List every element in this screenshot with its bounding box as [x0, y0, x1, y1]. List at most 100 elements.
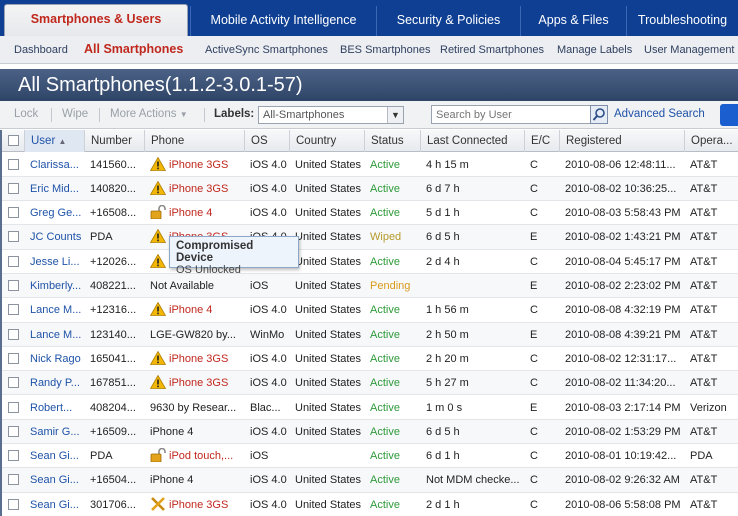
wipe-button[interactable]: Wipe [62, 108, 88, 120]
cell-user[interactable]: Sean Gi... [24, 444, 84, 468]
phone-model[interactable]: iPod touch,... [169, 450, 233, 462]
cell-last-connected: 6 d 5 h [426, 425, 460, 438]
header-registered[interactable]: Registered [559, 130, 684, 152]
table-row[interactable]: Sean Gi... +16504... iPhone 4 iOS 4.0 United… [0, 468, 738, 493]
table-row[interactable]: Eric Mid... 140820... iPhone 3GS iOS 4.0 Uni… [0, 176, 738, 202]
cell-user[interactable]: Kimberly... [24, 274, 84, 298]
phone-model[interactable]: iPhone 4 [169, 304, 212, 316]
cell-number: 301706... [90, 498, 136, 511]
select-all-checkbox[interactable] [8, 135, 19, 146]
table-row[interactable]: Lance M... 123140... LGE-GW820 by... WinMo U… [0, 322, 738, 347]
subtab-retired-smartphones[interactable]: Retired Smartphones [440, 44, 544, 56]
cell-user[interactable]: Lance M... [24, 298, 84, 322]
table-row[interactable]: Nick Rago 165041... iPhone 3GS iOS 4.0 Unite… [0, 347, 738, 372]
header-status[interactable]: Status [364, 130, 420, 152]
search-input[interactable] [431, 105, 591, 124]
tab-security-policies[interactable]: Security & Policies [376, 6, 520, 36]
phone-model[interactable]: iPhone 3GS [169, 183, 228, 195]
row-checkbox[interactable] [8, 474, 19, 486]
row-checkbox[interactable] [8, 182, 19, 194]
cell-operator: PDA [690, 450, 713, 463]
header-country[interactable]: Country [289, 130, 364, 152]
row-checkbox[interactable] [8, 280, 19, 291]
table-row[interactable]: Clarissa... 141560... iPhone 3GS iOS 4.0 Uni… [0, 153, 738, 177]
header-os[interactable]: OS [244, 130, 289, 152]
subtab-dashboard[interactable]: Dashboard [14, 44, 68, 56]
more-actions-button[interactable]: More Actions ▼ [110, 108, 188, 120]
labels-select[interactable]: All-Smartphones ▼ [258, 106, 404, 124]
header-phone[interactable]: Phone [144, 130, 244, 152]
phone-model[interactable]: iPhone 3GS [169, 377, 228, 389]
compromised-device-tooltip: Compromised Device OS Unlocked [169, 236, 299, 276]
header-number[interactable]: Number [84, 130, 144, 152]
header-select-all[interactable] [0, 130, 24, 152]
toolbar-edge-button[interactable] [720, 104, 738, 126]
tab-apps-files[interactable]: Apps & Files [520, 6, 626, 36]
table-row[interactable]: Robert... 408204... 9630 by Resear... Blac.… [0, 396, 738, 420]
table-row[interactable]: Samir G... +16509... iPhone 4 iOS 4.0 United… [0, 419, 738, 445]
cell-registered: 2010-08-08 4:32:19 PM [565, 304, 681, 317]
table-row[interactable]: Randy P... 167851... iPhone 3GS iOS 4.0 Unit… [0, 371, 738, 396]
header-last-connected[interactable]: Last Connected [420, 130, 524, 152]
cell-status: Active [370, 377, 400, 390]
row-checkbox[interactable] [8, 255, 19, 267]
cell-number: 123140... [90, 328, 136, 341]
phone-model[interactable]: iPhone 3GS [169, 353, 228, 365]
cell-status: Active [370, 328, 400, 341]
tab-troubleshooting[interactable]: Troubleshooting [626, 6, 738, 36]
lock-button[interactable]: Lock [14, 108, 38, 120]
table-row[interactable]: Jesse Li...+12026...iPhone 4iOS 4.0Unite… [0, 250, 738, 274]
table-row[interactable]: Greg Ge... +16508... iPhone 4 iOS 4.0 United… [0, 201, 738, 226]
cell-user[interactable]: JC Counts [24, 225, 84, 249]
cell-last-connected: 2 d 1 h [426, 498, 460, 511]
phone-model[interactable]: iPhone 4 [169, 207, 212, 219]
cell-user[interactable]: Randy P... [24, 371, 84, 395]
row-checkbox[interactable] [8, 207, 19, 219]
row-checkbox[interactable] [8, 401, 19, 413]
header-operator[interactable]: Opera... [684, 130, 738, 152]
subtab-activesync-smartphones[interactable]: ActiveSync Smartphones [205, 44, 328, 56]
table-row[interactable]: Sean Gi... PDA iPod touch,... iOS Active 6 d … [0, 444, 738, 469]
row-checkbox[interactable] [8, 498, 19, 510]
cell-country: United States [295, 352, 362, 365]
row-checkbox[interactable] [8, 377, 19, 389]
cell-user[interactable]: Samir G... [24, 420, 84, 444]
grid-left-border [0, 130, 2, 516]
cell-operator: AT&T [690, 182, 718, 195]
cell-user[interactable]: Sean Gi... [24, 493, 84, 516]
search-button[interactable] [590, 105, 608, 124]
subtab-all-smartphones[interactable]: All Smartphones [84, 42, 183, 56]
header-user[interactable]: User ▲ [24, 130, 84, 152]
subtab-bes-smartphones[interactable]: BES Smartphones [340, 44, 431, 56]
row-checkbox[interactable] [8, 450, 19, 462]
header-ec[interactable]: E/C [524, 130, 559, 152]
cell-user[interactable]: Jesse Li... [24, 250, 84, 274]
cell-ec: C [530, 255, 538, 268]
tab-mobile-activity-intelligence[interactable]: Mobile Activity Intelligence [190, 6, 376, 36]
phone-model[interactable]: iPhone 3GS [169, 159, 228, 171]
cell-user[interactable]: Nick Rago [24, 347, 84, 371]
cell-user[interactable]: Eric Mid... [24, 177, 84, 201]
cell-user[interactable]: Lance M... [24, 323, 84, 347]
subtab-user-management[interactable]: User Management [644, 44, 735, 56]
phone-model[interactable]: iPhone 3GS [169, 499, 228, 511]
cell-user[interactable]: Clarissa... [24, 153, 84, 177]
cell-user[interactable]: Robert... [24, 396, 84, 420]
row-checkbox[interactable] [8, 231, 19, 243]
cell-user[interactable]: Sean Gi... [24, 468, 84, 492]
row-checkbox[interactable] [8, 425, 19, 437]
subtab-manage-labels[interactable]: Manage Labels [557, 44, 632, 56]
table-row[interactable]: JC CountsPDAiPhone 3GSiOS 4.0United Stat… [0, 225, 738, 250]
advanced-search-link[interactable]: Advanced Search [614, 108, 705, 120]
row-checkbox[interactable] [8, 328, 19, 340]
cell-number: +16508... [90, 207, 137, 220]
table-row[interactable]: Sean Gi... 301706... iPhone 3GS iOS 4.0 Unit… [0, 493, 738, 516]
row-checkbox[interactable] [8, 158, 19, 170]
cell-phone: iPhone 4 [144, 298, 244, 322]
table-row[interactable]: Kimberly... 408221... Not Available iOS Unit… [0, 274, 738, 299]
tab-smartphones-users[interactable]: Smartphones & Users [4, 4, 188, 36]
row-checkbox[interactable] [8, 352, 19, 364]
table-row[interactable]: Lance M... +12316... iPhone 4 iOS 4.0 United… [0, 298, 738, 323]
row-checkbox[interactable] [8, 304, 19, 316]
cell-user[interactable]: Greg Ge... [24, 201, 84, 225]
